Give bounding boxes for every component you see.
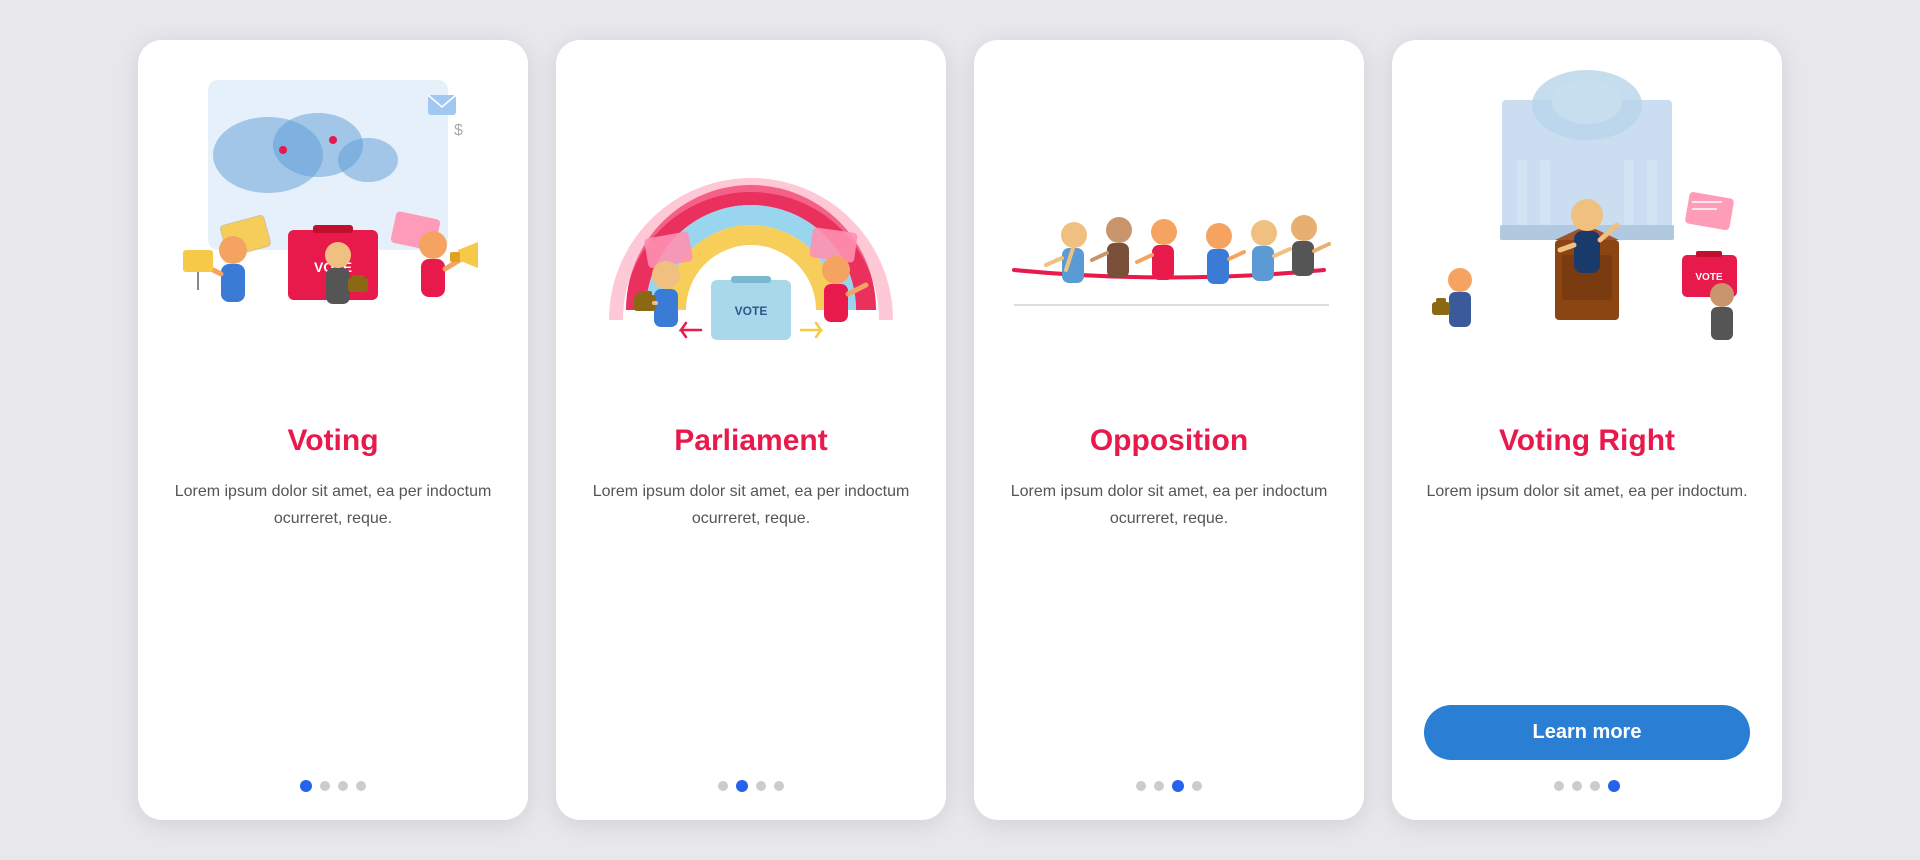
opposition-card-content: Opposition Lorem ipsum dolor sit amet, e… [974,400,1364,820]
dot-1 [1554,781,1564,791]
dot-3 [756,781,766,791]
voting-title: Voting [287,424,378,458]
card-parliament: VOTE [556,40,946,820]
svg-text:VOTE: VOTE [735,304,768,318]
opposition-title: Opposition [1090,424,1248,458]
card-opposition: Opposition Lorem ipsum dolor sit amet, e… [974,40,1364,820]
voting-dots [300,780,366,792]
dot-4 [356,781,366,791]
dot-2 [1154,781,1164,791]
card-voting-right: VOTE Voting Right Lorem ipsum dolor sit … [1392,40,1782,820]
parliament-card-content: Parliament Lorem ipsum dolor sit amet, e… [556,400,946,820]
dot-4 [774,781,784,791]
dot-1 [1136,781,1146,791]
learn-more-button[interactable]: Learn more [1424,705,1750,760]
voting-right-text: Lorem ipsum dolor sit amet, ea per indoc… [1426,478,1747,695]
parliament-text: Lorem ipsum dolor sit amet, ea per indoc… [588,478,914,760]
parliament-dots [718,780,784,792]
dot-2 [1572,781,1582,791]
dot-3 [1172,780,1184,792]
opposition-dots [1136,780,1202,792]
dot-4 [1192,781,1202,791]
dot-3 [338,781,348,791]
card-voting: VOTE [138,40,528,820]
dot-2 [320,781,330,791]
dot-2 [736,780,748,792]
parliament-title: Parliament [674,424,827,458]
voting-right-card-content: Voting Right Lorem ipsum dolor sit amet,… [1392,400,1782,820]
voting-text: Lorem ipsum dolor sit amet, ea per indoc… [170,478,496,760]
cards-container: VOTE [138,40,1782,820]
parliament-illustration: VOTE [556,40,946,400]
opposition-text: Lorem ipsum dolor sit amet, ea per indoc… [1006,478,1332,760]
dot-1 [300,780,312,792]
voting-card-content: Voting Lorem ipsum dolor sit amet, ea pe… [138,400,528,820]
voting-right-illustration: VOTE [1392,40,1782,400]
dot-3 [1590,781,1600,791]
opposition-illustration [974,40,1364,400]
voting-right-title: Voting Right [1499,424,1675,458]
dot-1 [718,781,728,791]
voting-right-dots [1554,780,1620,792]
svg-text:VOTE: VOTE [1695,272,1723,283]
svg-text:$: $ [454,122,463,139]
dot-4 [1608,780,1620,792]
voting-illustration: VOTE [138,40,528,400]
